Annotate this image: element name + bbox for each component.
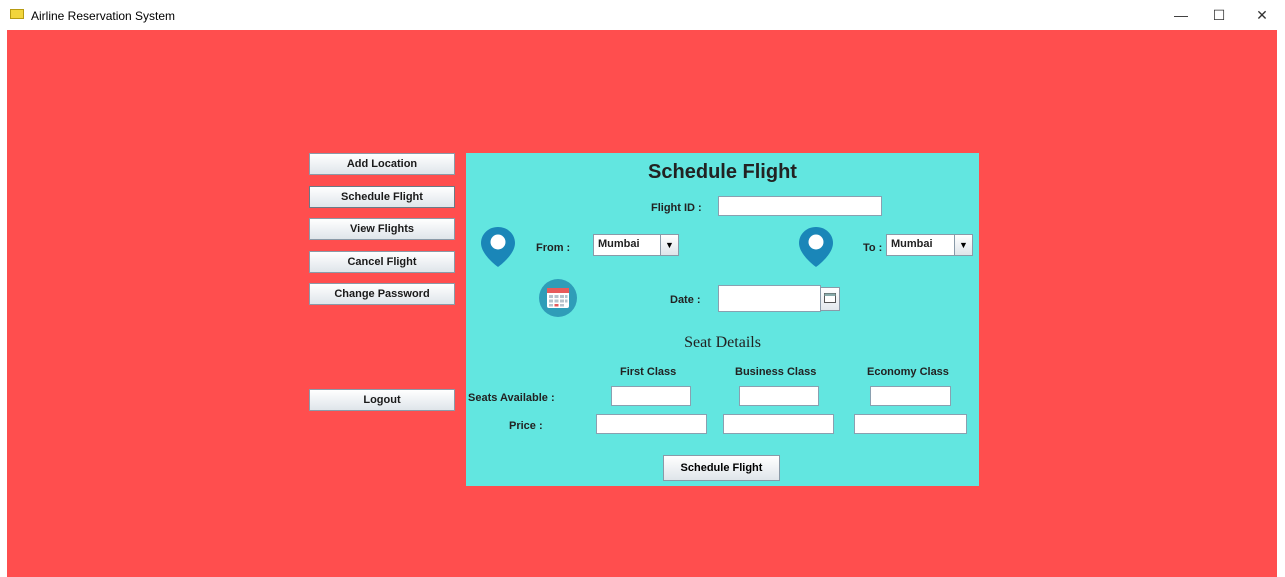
business-class-header: Business Class [735,366,817,378]
logout-button[interactable]: Logout [309,389,455,411]
schedule-flight-submit-button[interactable]: Schedule Flight [663,455,780,481]
add-location-button[interactable]: Add Location [309,153,455,175]
to-select-value: Mumbai [891,238,933,250]
business-class-seats-input[interactable] [739,386,819,406]
schedule-flight-nav-button[interactable]: Schedule Flight [309,186,455,208]
main-area: Add Location Schedule Flight View Flight… [7,30,1277,577]
from-label: From : [536,242,571,254]
first-class-header: First Class [620,366,677,378]
date-input[interactable] [718,285,821,312]
form-title: Schedule Flight [648,161,797,183]
title-bar: Airline Reservation System — ☐ ✕ [0,0,1285,30]
economy-class-header: Economy Class [867,366,949,378]
economy-class-seats-input[interactable] [870,386,951,406]
chevron-down-icon[interactable]: ▼ [954,235,972,255]
date-label: Date : [670,294,701,306]
view-flights-button[interactable]: View Flights [309,218,455,240]
chevron-down-icon[interactable]: ▼ [660,235,678,255]
flight-id-label: Flight ID : [651,202,702,214]
economy-class-price-input[interactable] [854,414,967,434]
change-password-button[interactable]: Change Password [309,283,455,305]
window-title: Airline Reservation System [31,9,176,23]
to-label: To : [863,242,883,254]
seat-details-title: Seat Details [684,334,761,351]
date-picker-button[interactable] [820,287,840,311]
price-label: Price : [509,420,543,432]
location-pin-icon [480,226,516,273]
cancel-flight-button[interactable]: Cancel Flight [309,251,455,273]
business-class-price-input[interactable] [723,414,834,434]
from-select-value: Mumbai [598,238,640,250]
first-class-price-input[interactable] [596,414,707,434]
app-icon [10,9,24,19]
calendar-icon [538,278,578,323]
seats-available-label: Seats Available : [468,392,555,404]
calendar-small-icon [824,290,836,308]
flight-id-input[interactable] [718,196,882,216]
close-button[interactable]: ✕ [1240,4,1284,26]
to-select[interactable]: Mumbai ▼ [886,234,973,256]
from-select[interactable]: Mumbai ▼ [593,234,679,256]
first-class-seats-input[interactable] [611,386,691,406]
location-pin-icon [798,226,834,273]
schedule-flight-panel: Schedule Flight Flight ID : From : Mumba… [466,153,979,486]
maximize-button[interactable]: ☐ [1197,4,1241,26]
